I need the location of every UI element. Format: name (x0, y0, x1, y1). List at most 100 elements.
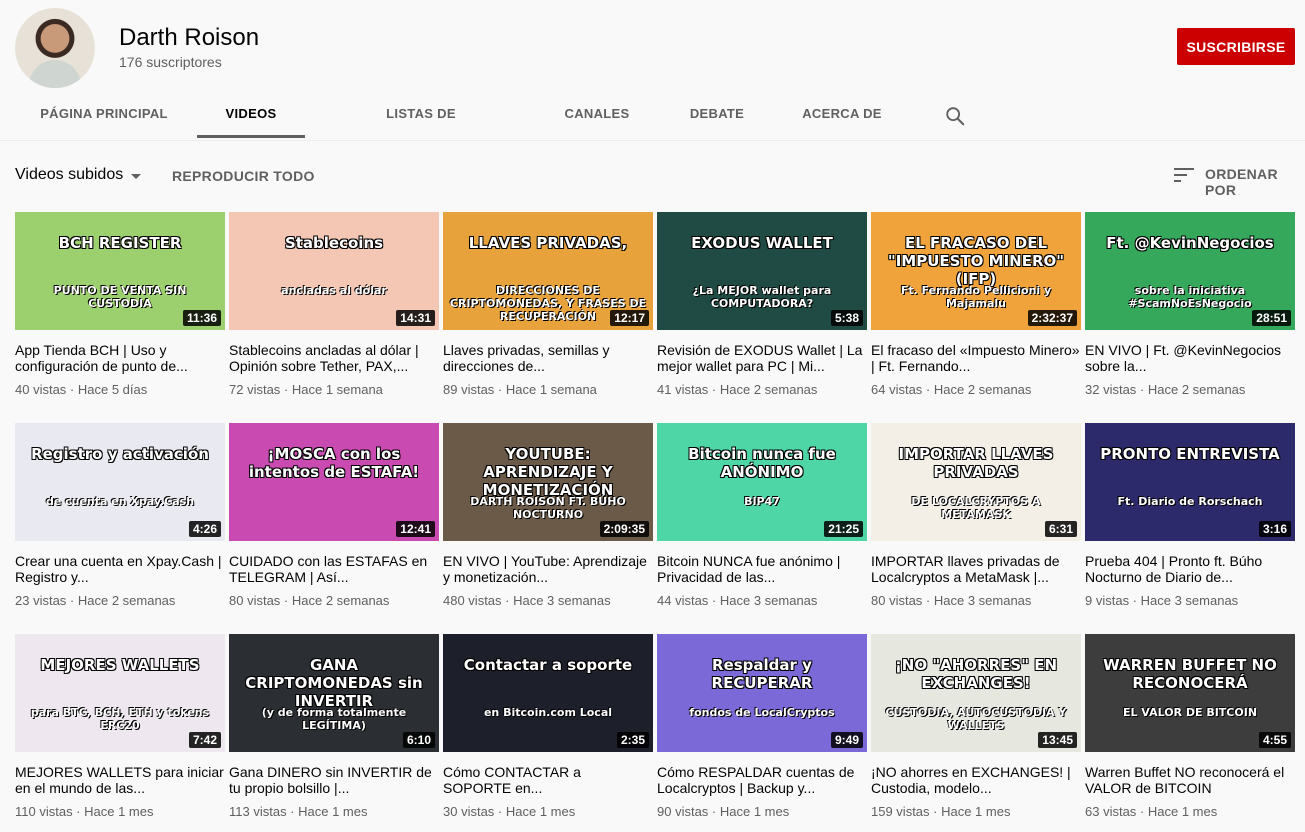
thumbnail-caption: YOUTUBE: APRENDIZAJE Y MONETIZACIÓN (482, 445, 614, 499)
video-duration: 13:45 (1038, 732, 1077, 748)
videos-section: Videos subidos REPRODUCIR TODO ORDENAR P… (0, 140, 1305, 832)
video-thumbnail[interactable]: Bitcoin nunca fue ANÓNIMO BIP47 21:25 (657, 423, 867, 541)
video-card[interactable]: MEJORES WALLETS para BTC, BCH, ETH y toke… (15, 634, 225, 819)
thumbnail-subcaption: para BTC, BCH, ETH y tokens ERC20 (30, 706, 210, 732)
video-title[interactable]: Crear una cuenta en Xpay.Cash | Registro… (15, 553, 225, 585)
video-meta: 32 vistas · Hace 2 semanas (1085, 382, 1246, 397)
video-title[interactable]: Cómo CONTACTAR a SOPORTE en... (443, 764, 653, 796)
video-thumbnail[interactable]: EL FRACASO DEL "IMPUESTO MINERO" (IFP) Ft… (871, 212, 1081, 330)
video-meta: 110 vistas · Hace 1 mes (15, 804, 154, 819)
video-meta: 159 vistas · Hace 1 mes (871, 804, 1011, 819)
thumbnail-caption: MEJORES WALLETS (40, 656, 200, 674)
video-duration: 4:55 (1258, 732, 1291, 748)
video-title[interactable]: El fracaso del «Impuesto Minero» | Ft. F… (871, 342, 1081, 374)
video-title[interactable]: Cómo RESPALDAR cuentas de Localcryptos |… (657, 764, 867, 796)
video-title[interactable]: Bitcoin NUNCA fue anónimo | Privacidad d… (657, 553, 867, 585)
video-card[interactable]: EXODUS WALLET ¿La MEJOR wallet para COMPU… (657, 212, 867, 397)
video-title[interactable]: App Tienda BCH | Uso y configuración de … (15, 342, 225, 374)
thumbnail-caption: LLAVES PRIVADAS, (468, 234, 628, 252)
video-card[interactable]: Respaldar y RECUPERAR fondos de LocalCryp… (657, 634, 867, 819)
video-thumbnail[interactable]: Respaldar y RECUPERAR fondos de LocalCryp… (657, 634, 867, 752)
video-duration: 12:41 (396, 521, 435, 537)
uploads-dropdown[interactable]: Videos subidos (15, 166, 123, 184)
video-card[interactable]: LLAVES PRIVADAS, DIRECCIONES DE CRIPTOMON… (443, 212, 653, 397)
thumbnail-caption: WARREN BUFFET NO RECONOCERÁ (1103, 656, 1277, 692)
video-duration: 4:26 (188, 521, 221, 537)
tab-home[interactable]: PÁGINA PRINCIPAL (35, 92, 173, 138)
subscriber-count: 176 suscriptores (119, 54, 222, 70)
tab-discussion[interactable]: DEBATE (680, 92, 754, 138)
video-title[interactable]: IMPORTAR llaves privadas de Localcryptos… (871, 553, 1081, 585)
video-card[interactable]: Stablecoins ancladas al dólar 14:31 Stablec… (229, 212, 439, 397)
video-title[interactable]: Llaves privadas, semillas y direcciones … (443, 342, 653, 374)
thumbnail-caption: Stablecoins (284, 234, 384, 252)
chevron-down-icon[interactable] (131, 174, 141, 179)
video-card[interactable]: IMPORTAR LLAVES PRIVADAS DE LOCALCRYPTOS … (871, 423, 1081, 608)
video-thumbnail[interactable]: WARREN BUFFET NO RECONOCERÁ EL VALOR DE B… (1085, 634, 1295, 752)
video-thumbnail[interactable]: PRONTO ENTREVISTA Ft. Diario de Rorschach… (1085, 423, 1295, 541)
channel-tabs: PÁGINA PRINCIPAL VIDEOS LISTAS DE REPROD… (0, 92, 1305, 165)
subscribe-button[interactable]: SUSCRIBIRSE (1177, 28, 1295, 65)
video-meta: 89 vistas · Hace 1 semana (443, 382, 597, 397)
video-title[interactable]: CUIDADO con las ESTAFAS en TELEGRAM | As… (229, 553, 439, 585)
thumbnail-subcaption: CUSTODIA, AUTOCUSTODIA Y WALLETS (885, 706, 1067, 732)
video-thumbnail[interactable]: Ft. @KevinNegocios sobre la iniciativa #S… (1085, 212, 1295, 330)
video-thumbnail[interactable]: ¡NO "AHORRES" EN EXCHANGES! CUSTODIA, AUT… (871, 634, 1081, 752)
video-duration: 12:17 (610, 310, 649, 326)
channel-header: Darth Roison 176 suscriptores SUSCRIBIRS… (0, 0, 1305, 165)
video-title[interactable]: EN VIVO | YouTube: Aprendizaje y monetiz… (443, 553, 653, 585)
sort-icon[interactable] (1174, 167, 1194, 183)
video-meta: 63 vistas · Hace 1 mes (1085, 804, 1218, 819)
video-thumbnail[interactable]: MEJORES WALLETS para BTC, BCH, ETH y toke… (15, 634, 225, 752)
video-title[interactable]: ¡NO ahorres en EXCHANGES! | Custodia, mo… (871, 764, 1081, 796)
tab-videos[interactable]: VIDEOS (197, 92, 305, 138)
video-card[interactable]: ¡MOSCA con los intentos de ESTAFA! 12:41 C… (229, 423, 439, 608)
video-card[interactable]: Bitcoin nunca fue ANÓNIMO BIP47 21:25 Bitco… (657, 423, 867, 608)
video-meta: 90 vistas · Hace 1 mes (657, 804, 790, 819)
video-title[interactable]: Warren Buffet NO reconocerá el VALOR de … (1085, 764, 1295, 796)
channel-avatar[interactable] (15, 8, 95, 88)
video-thumbnail[interactable]: Registro y activación de cuenta en Xpay.C… (15, 423, 225, 541)
thumbnail-subcaption: PUNTO DE VENTA SIN CUSTODIA (53, 284, 187, 310)
video-thumbnail[interactable]: Contactar a soporte en Bitcoin.com Local 2… (443, 634, 653, 752)
video-thumbnail[interactable]: EXODUS WALLET ¿La MEJOR wallet para COMPU… (657, 212, 867, 330)
video-thumbnail[interactable]: Stablecoins ancladas al dólar 14:31 (229, 212, 439, 330)
video-card[interactable]: Registro y activación de cuenta en Xpay.C… (15, 423, 225, 608)
video-title[interactable]: Prueba 404 | Pronto ft. Búho Nocturno de… (1085, 553, 1295, 585)
sort-button[interactable]: ORDENAR POR (1205, 166, 1305, 198)
thumbnail-caption: ¡NO "AHORRES" EN EXCHANGES! (894, 656, 1058, 692)
thumbnail-caption: IMPORTAR LLAVES PRIVADAS (898, 445, 1054, 481)
video-title[interactable]: Stablecoins ancladas al dólar | Opinión … (229, 342, 439, 374)
thumbnail-subcaption: (y de forma totalmente LEGÍTIMA) (261, 706, 407, 732)
tab-channels[interactable]: CANALES (549, 92, 645, 138)
video-title[interactable]: EN VIVO | Ft. @KevinNegocios sobre la... (1085, 342, 1295, 374)
video-card[interactable]: PRONTO ENTREVISTA Ft. Diario de Rorschach… (1085, 423, 1295, 608)
search-icon[interactable] (944, 105, 966, 127)
play-all-button[interactable]: REPRODUCIR TODO (172, 168, 315, 184)
video-card[interactable]: ¡NO "AHORRES" EN EXCHANGES! CUSTODIA, AUT… (871, 634, 1081, 819)
video-thumbnail[interactable]: GANA CRIPTOMONEDAS sin INVERTIR (y de for… (229, 634, 439, 752)
video-meta: 480 vistas · Hace 3 semanas (443, 593, 611, 608)
video-card[interactable]: YOUTUBE: APRENDIZAJE Y MONETIZACIÓN DARTH… (443, 423, 653, 608)
thumbnail-caption: Respaldar y RECUPERAR (711, 656, 813, 692)
video-card[interactable]: WARREN BUFFET NO RECONOCERÁ EL VALOR DE B… (1085, 634, 1295, 819)
thumbnail-subcaption: de cuenta en Xpay.Cash (45, 495, 195, 508)
video-title[interactable]: MEJORES WALLETS para iniciar en el mundo… (15, 764, 225, 796)
thumbnail-caption: EL FRACASO DEL "IMPUESTO MINERO" (IFP) (887, 234, 1065, 288)
thumbnail-subcaption: BIP47 (744, 495, 780, 508)
video-card[interactable]: EL FRACASO DEL "IMPUESTO MINERO" (IFP) Ft… (871, 212, 1081, 397)
tab-playlists[interactable]: LISTAS DE REPRODUCCIÓN (329, 92, 513, 165)
video-title[interactable]: Revisión de EXODUS Wallet | La mejor wal… (657, 342, 867, 374)
video-title[interactable]: Gana DINERO sin INVERTIR de tu propio bo… (229, 764, 439, 796)
tab-about[interactable]: ACERCA DE (794, 92, 890, 138)
video-thumbnail[interactable]: BCH REGISTER PUNTO DE VENTA SIN CUSTODIA 1… (15, 212, 225, 330)
video-thumbnail[interactable]: YOUTUBE: APRENDIZAJE Y MONETIZACIÓN DARTH… (443, 423, 653, 541)
channel-name[interactable]: Darth Roison (119, 24, 259, 52)
video-card[interactable]: Contactar a soporte en Bitcoin.com Local 2… (443, 634, 653, 819)
video-card[interactable]: GANA CRIPTOMONEDAS sin INVERTIR (y de for… (229, 634, 439, 819)
video-thumbnail[interactable]: ¡MOSCA con los intentos de ESTAFA! 12:41 (229, 423, 439, 541)
video-thumbnail[interactable]: IMPORTAR LLAVES PRIVADAS DE LOCALCRYPTOS … (871, 423, 1081, 541)
video-thumbnail[interactable]: LLAVES PRIVADAS, DIRECCIONES DE CRIPTOMON… (443, 212, 653, 330)
video-card[interactable]: Ft. @KevinNegocios sobre la iniciativa #S… (1085, 212, 1295, 397)
video-card[interactable]: BCH REGISTER PUNTO DE VENTA SIN CUSTODIA 1… (15, 212, 225, 397)
